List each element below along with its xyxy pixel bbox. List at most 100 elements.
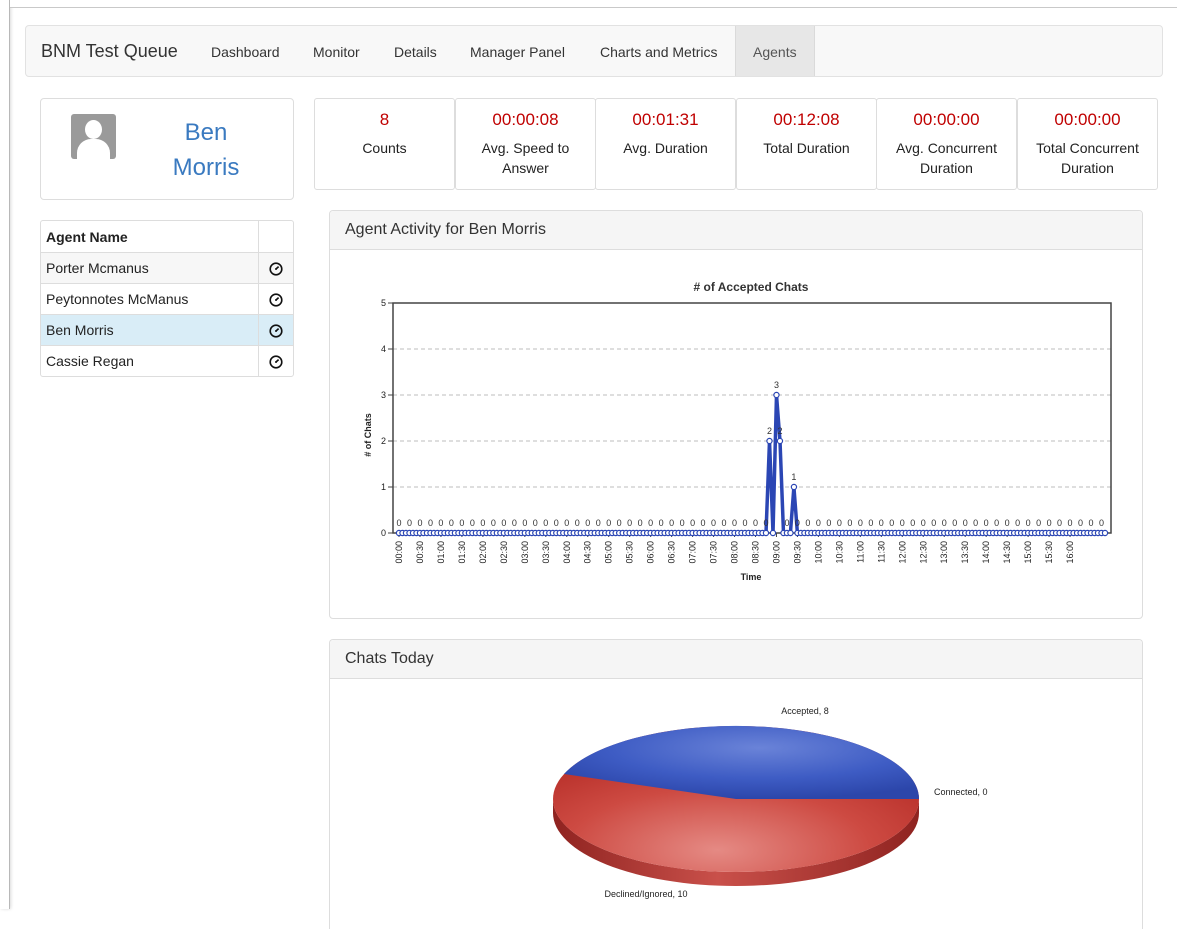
data-label: 0 xyxy=(1015,518,1020,528)
table-row[interactable]: Cassie Regan xyxy=(41,345,293,376)
y-tick-label: 2 xyxy=(381,436,386,446)
y-tick-label: 0 xyxy=(381,528,386,538)
profile-last-name: Morris xyxy=(172,154,240,181)
x-tick-label: 01:30 xyxy=(457,541,467,564)
data-label: 0 xyxy=(795,518,800,528)
data-label: 0 xyxy=(438,518,443,528)
stat-value: 8 xyxy=(379,110,390,129)
data-label: 0 xyxy=(554,518,559,528)
agent-name[interactable]: Peytonnotes McManus xyxy=(41,283,258,314)
stat-label: Counts xyxy=(362,140,407,156)
timer-icon[interactable] xyxy=(269,324,283,338)
timer-icon[interactable] xyxy=(269,293,283,307)
x-tick-label: 03:30 xyxy=(541,541,551,564)
agent-name[interactable]: Cassie Regan xyxy=(41,345,258,376)
table-row[interactable]: Porter Mcmanus xyxy=(41,252,293,283)
data-label: 0 xyxy=(942,518,947,528)
agent-name[interactable]: Ben Morris xyxy=(41,314,258,345)
x-tick-label: 04:00 xyxy=(562,541,572,564)
data-label: 0 xyxy=(1078,518,1083,528)
stat-value: 00:01:31 xyxy=(632,110,699,129)
profile-name: Ben Morris xyxy=(151,115,261,185)
stat-value: 00:00:08 xyxy=(492,110,559,129)
data-point xyxy=(769,529,777,537)
data-label: 2 xyxy=(777,426,782,436)
data-label: 0 xyxy=(879,518,884,528)
data-label: 0 xyxy=(711,518,716,528)
nav-agents[interactable]: Agents xyxy=(735,26,815,76)
x-tick-label: 06:00 xyxy=(646,541,656,564)
data-label: 0 xyxy=(470,518,475,528)
panel-title: Agent Activity for Ben Morris xyxy=(330,211,1142,250)
nav-manager-panel[interactable]: Manager Panel xyxy=(453,26,582,76)
data-label: 0 xyxy=(931,518,936,528)
data-label: 0 xyxy=(1026,518,1031,528)
table-row-selected[interactable]: Ben Morris xyxy=(41,314,293,345)
data-label: 0 xyxy=(669,518,674,528)
data-label: 0 xyxy=(449,518,454,528)
data-label: 0 xyxy=(837,518,842,528)
stat-label: Avg. Speed to Answer xyxy=(481,140,570,176)
table-row[interactable]: Peytonnotes McManus xyxy=(41,283,293,314)
nav-details[interactable]: Details xyxy=(377,26,454,76)
data-point xyxy=(790,483,798,491)
x-axis-label: Time xyxy=(741,572,762,582)
x-tick-label: 11:30 xyxy=(876,541,886,563)
top-navbar: BNM Test Queue Dashboard Monitor Details… xyxy=(25,25,1163,77)
data-label: 2 xyxy=(767,426,772,436)
x-tick-label: 10:00 xyxy=(813,541,823,564)
stat-value: 00:00:00 xyxy=(1054,110,1121,129)
data-label: 0 xyxy=(889,518,894,528)
brand-title[interactable]: BNM Test Queue xyxy=(41,41,178,62)
agent-name[interactable]: Porter Mcmanus xyxy=(41,252,258,283)
data-label: 0 xyxy=(784,518,789,528)
stat-value: 00:00:00 xyxy=(913,110,980,129)
data-point xyxy=(773,391,780,399)
x-tick-label: 00:00 xyxy=(394,541,404,564)
data-label: 0 xyxy=(994,518,999,528)
data-label: 0 xyxy=(480,518,485,528)
y-tick-label: 4 xyxy=(381,344,386,354)
stat-total-duration: 00:12:08 Total Duration xyxy=(736,98,877,190)
data-label: 0 xyxy=(1099,518,1104,528)
data-label: 0 xyxy=(753,518,758,528)
data-label: 0 xyxy=(638,518,643,528)
data-point xyxy=(762,529,770,537)
x-tick-label: 07:00 xyxy=(688,541,698,564)
window-frame-top xyxy=(10,0,1177,8)
stat-label: Total Duration xyxy=(763,140,850,156)
x-tick-label: 08:30 xyxy=(750,541,760,564)
agent-profile-card: Ben Morris xyxy=(40,98,294,200)
x-tick-label: 01:00 xyxy=(436,541,446,564)
window-frame-left xyxy=(0,0,10,909)
table-header-row: Agent Name xyxy=(41,221,293,252)
timer-icon[interactable] xyxy=(269,262,283,276)
data-label: 0 xyxy=(680,518,685,528)
data-label: 3 xyxy=(774,380,779,390)
nav-dashboard[interactable]: Dashboard xyxy=(194,26,297,76)
data-label: 0 xyxy=(952,518,957,528)
data-label: 0 xyxy=(512,518,517,528)
data-label: 0 xyxy=(1047,518,1052,528)
chats-today-pie-chart: Accepted, 8 Connected, 0 Declined/Ignored,… xyxy=(553,706,988,899)
data-label: 0 xyxy=(690,518,695,528)
x-tick-label: 04:30 xyxy=(583,541,593,564)
x-tick-label: 00:30 xyxy=(415,541,425,564)
x-tick-label: 03:00 xyxy=(520,541,530,564)
x-tick-label: 10:30 xyxy=(834,541,844,564)
data-label: 0 xyxy=(1089,518,1094,528)
data-label: 0 xyxy=(826,518,831,528)
stat-label: Total Concurrent Duration xyxy=(1036,140,1139,176)
data-label: 0 xyxy=(1057,518,1062,528)
nav-monitor[interactable]: Monitor xyxy=(296,26,377,76)
timer-icon[interactable] xyxy=(269,355,283,369)
stat-total-concurrent-duration: 00:00:00 Total Concurrent Duration xyxy=(1017,98,1158,190)
y-tick-label: 1 xyxy=(381,482,386,492)
data-label: 0 xyxy=(963,518,968,528)
stat-avg-concurrent-duration: 00:00:00 Avg. Concurrent Duration xyxy=(876,98,1017,190)
x-tick-label: 12:00 xyxy=(897,541,907,564)
data-label: 0 xyxy=(491,518,496,528)
data-label: 0 xyxy=(921,518,926,528)
user-avatar-icon xyxy=(71,114,116,159)
nav-charts-and-metrics[interactable]: Charts and Metrics xyxy=(583,26,734,76)
